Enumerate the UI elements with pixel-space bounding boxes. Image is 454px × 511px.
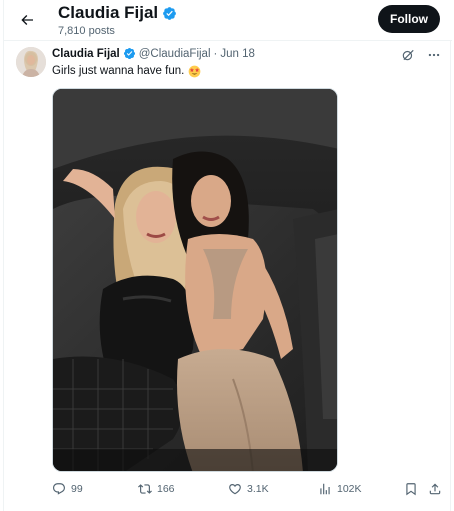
tweet[interactable]: Claudia Fijal @ClaudiaFijal · Jun 18 Gir… [4, 40, 452, 511]
more-button[interactable] [426, 47, 442, 63]
tweet-photo[interactable] [52, 88, 338, 472]
tweet-text: Girls just wanna have fun. [52, 64, 201, 79]
profile-header: Claudia Fijal 7,810 posts Follow [4, 0, 452, 40]
grok-icon [402, 49, 414, 61]
share-button[interactable] [428, 482, 442, 496]
back-arrow-icon [21, 15, 33, 25]
grok-button[interactable] [400, 47, 416, 63]
like-icon [229, 484, 241, 495]
tweet-meta: Claudia Fijal @ClaudiaFijal · Jun 18 [52, 47, 255, 60]
like-button[interactable]: 3.1K [228, 482, 269, 496]
avatar-photo [16, 47, 46, 77]
star-struck-emoji-icon [188, 65, 201, 78]
follow-button[interactable]: Follow [378, 5, 440, 33]
header-post-count: 7,810 posts [58, 25, 115, 37]
repost-button[interactable]: 166 [138, 482, 175, 496]
more-icon [428, 53, 440, 57]
back-button[interactable] [12, 5, 42, 35]
header-titles: Claudia Fijal 7,810 posts [58, 2, 177, 38]
bookmark-button[interactable] [404, 482, 418, 496]
views-button[interactable]: 102K [318, 482, 362, 496]
like-count: 3.1K [247, 483, 269, 495]
author-name[interactable]: Claudia Fijal [52, 48, 120, 60]
reply-count: 99 [71, 483, 83, 495]
repost-icon [138, 484, 152, 494]
verified-badge-icon [123, 47, 135, 60]
tweet-body: Girls just wanna have fun. [52, 65, 185, 77]
reply-button[interactable]: 99 [52, 482, 83, 496]
header-profile-name: Claudia Fijal [58, 3, 159, 22]
reply-icon [53, 483, 65, 495]
photo-image [53, 89, 337, 471]
avatar[interactable] [16, 47, 46, 77]
verified-badge-icon [163, 6, 177, 20]
share-icon [429, 483, 441, 495]
repost-count: 166 [157, 483, 175, 495]
views-icon [320, 483, 330, 495]
meta-separator: · [213, 47, 218, 60]
bookmark-icon [406, 483, 416, 496]
views-count: 102K [337, 483, 362, 495]
tweet-date[interactable]: Jun 18 [220, 48, 255, 60]
tweet-top-icons [400, 47, 442, 63]
timeline-column: Claudia Fijal 7,810 posts Follow Claudia… [3, 0, 452, 511]
tweet-actions: 99 166 3.1K 102K [52, 482, 442, 502]
author-handle[interactable]: @ClaudiaFijal [139, 48, 211, 60]
